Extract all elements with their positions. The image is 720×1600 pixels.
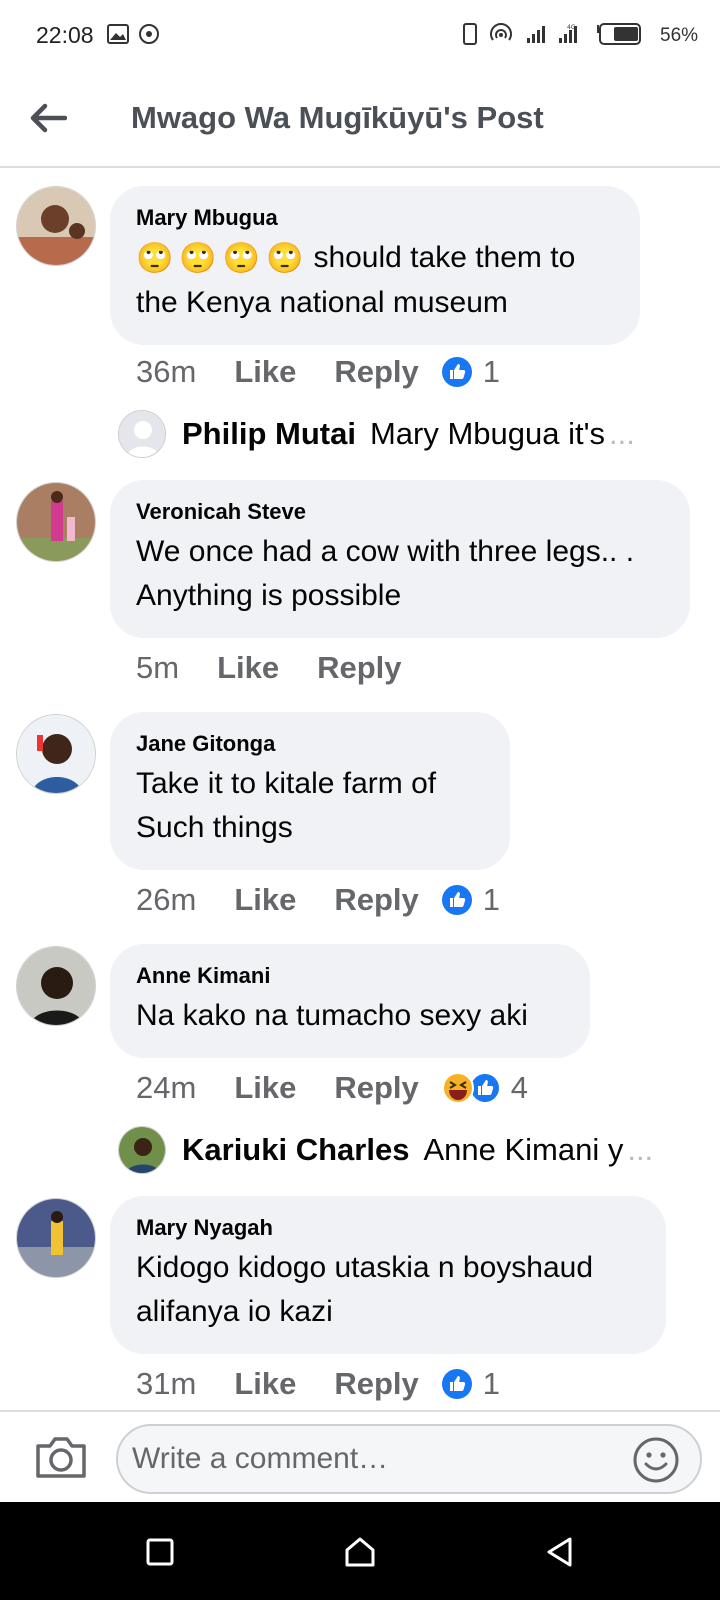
status-bar: 22:08 4G 56% <box>0 0 720 72</box>
reply-author[interactable]: Kariuki Charles <box>182 1132 409 1168</box>
emoji-smile-icon[interactable] <box>632 1436 680 1484</box>
reply-button[interactable]: Reply <box>334 1366 418 1402</box>
like-reaction-icon[interactable] <box>441 884 473 916</box>
phone-outline-icon <box>463 23 477 45</box>
comment-body: Take it to kitale farm of Such things <box>136 767 437 844</box>
comment-bubble[interactable]: Mary Mbugua 🙄 🙄 🙄 🙄 should take them to the … <box>110 186 640 346</box>
avatar-photo <box>17 715 95 793</box>
reply-avatar <box>118 1126 166 1174</box>
comment-bubble[interactable]: Anne Kimani Na kako na tumacho sexy aki <box>110 944 590 1058</box>
comment-time[interactable]: 5m <box>136 650 179 686</box>
android-nav-bar <box>0 1502 720 1600</box>
comment-bubble[interactable]: Veronicah Steve We once had a cow with t… <box>110 480 690 638</box>
reply-ellipsis: ... <box>627 1132 654 1167</box>
avatar-photo <box>17 947 95 1025</box>
comment-body: Kidogo kidogo utaskia n boyshaud alifany… <box>136 1251 594 1328</box>
eye-roll-emoji-icon: 🙄 <box>136 242 174 276</box>
reaction-count[interactable]: 1 <box>483 354 500 390</box>
like-reaction-icon[interactable] <box>441 1368 473 1400</box>
reply-author[interactable]: Philip Mutai <box>182 416 356 452</box>
avatar[interactable] <box>16 186 96 266</box>
sync-icon <box>139 24 159 44</box>
comment-time[interactable]: 24m <box>136 1070 196 1106</box>
comment-author[interactable]: Veronicah Steve <box>136 498 664 526</box>
eye-roll-emoji-icon: 🙄 <box>179 242 217 276</box>
comment-bubble[interactable]: Mary Nyagah Kidogo kidogo utaskia n boys… <box>110 1196 666 1354</box>
comments-feed[interactable]: Mary Mbugua 🙄 🙄 🙄 🙄 should take them to the … <box>0 170 720 1410</box>
emoji-row: 🙄 🙄 🙄 🙄 <box>136 237 303 281</box>
like-reaction-icon[interactable] <box>441 356 473 388</box>
avatar[interactable] <box>16 1198 96 1278</box>
reply-preview[interactable]: Philip Mutai Mary Mbugua it's ... <box>118 409 635 459</box>
back-button[interactable] <box>26 96 70 140</box>
comment-author[interactable]: Anne Kimani <box>136 962 564 990</box>
signal-data-icon: 4G <box>559 24 577 43</box>
comment-bubble[interactable]: Jane Gitonga Take it to kitale farm of S… <box>110 712 510 870</box>
battery-icon <box>597 23 641 45</box>
reply-button[interactable]: Reply <box>334 1070 418 1106</box>
like-button[interactable]: Like <box>234 354 296 390</box>
reply-button[interactable]: Reply <box>334 354 418 390</box>
eye-roll-emoji-icon: 🙄 <box>222 242 261 276</box>
comment-actions: 36m Like Reply 1 <box>136 352 500 392</box>
reply-avatar <box>118 410 166 458</box>
reply-button[interactable]: Reply <box>317 650 401 686</box>
comment-author[interactable]: Mary Mbugua <box>136 204 614 232</box>
eye-roll-emoji-icon: 🙄 <box>266 242 304 276</box>
comment-actions: 5m Like Reply <box>136 648 424 688</box>
recents-square-icon[interactable] <box>140 1532 180 1572</box>
comment-author[interactable]: Mary Nyagah <box>136 1214 640 1242</box>
comment-text: 🙄 🙄 🙄 🙄 should take them to the Kenya nation… <box>136 236 614 325</box>
reaction-count[interactable]: 1 <box>483 882 500 918</box>
reply-ellipsis: ... <box>609 416 635 451</box>
avatar[interactable] <box>16 714 96 794</box>
avatar-photo <box>17 1199 95 1277</box>
reply-text: Anne Kimani y <box>423 1132 624 1167</box>
avatar[interactable] <box>16 482 96 562</box>
reply-text: Mary Mbugua it's <box>369 416 605 451</box>
comment-actions: 31m Like Reply 1 <box>136 1364 500 1404</box>
like-button[interactable]: Like <box>234 1070 296 1106</box>
avatar-photo <box>119 1127 165 1173</box>
status-time: 22:08 <box>36 22 94 48</box>
reply-preview[interactable]: Kariuki Charles Anne Kimani y ... <box>118 1125 653 1175</box>
haha-like-reactions-icon[interactable] <box>441 1071 501 1105</box>
comment-input[interactable] <box>116 1424 702 1494</box>
like-button[interactable]: Like <box>234 1366 296 1402</box>
comment-body: Na kako na tumacho sexy aki <box>136 999 528 1032</box>
hotspot-icon <box>490 23 512 41</box>
home-icon[interactable] <box>340 1532 380 1572</box>
comment-actions: 24m Like Reply 4 <box>136 1068 528 1108</box>
comment-time[interactable]: 31m <box>136 1366 196 1402</box>
reaction-count[interactable]: 1 <box>483 1366 500 1402</box>
comment-author[interactable]: Jane Gitonga <box>136 730 484 758</box>
svg-text:4G: 4G <box>567 24 576 31</box>
like-button[interactable]: Like <box>234 882 296 918</box>
comment-time[interactable]: 36m <box>136 354 196 390</box>
comment-actions: 26m Like Reply 1 <box>136 880 500 920</box>
like-button[interactable]: Like <box>217 650 279 686</box>
reply-button[interactable]: Reply <box>334 882 418 918</box>
avatar-photo <box>17 483 95 561</box>
avatar-photo <box>17 187 95 265</box>
app-header: Mwago Wa Mugīkūyū's Post <box>0 72 720 168</box>
comment-time[interactable]: 26m <box>136 882 196 918</box>
post-title: Mwago Wa Mugīkūyū's Post <box>131 100 544 135</box>
reaction-count[interactable]: 4 <box>511 1070 528 1106</box>
back-triangle-icon[interactable] <box>540 1532 580 1572</box>
comment-composer <box>0 1410 720 1502</box>
camera-icon[interactable] <box>34 1432 88 1482</box>
comment-body: We once had a cow with three legs.. . An… <box>136 535 635 612</box>
default-avatar-icon <box>119 411 165 457</box>
arrow-left-icon <box>30 103 67 133</box>
gallery-icon <box>107 24 129 44</box>
avatar[interactable] <box>16 946 96 1026</box>
battery-percent: 56% <box>660 25 699 46</box>
signal-icon <box>527 26 545 43</box>
